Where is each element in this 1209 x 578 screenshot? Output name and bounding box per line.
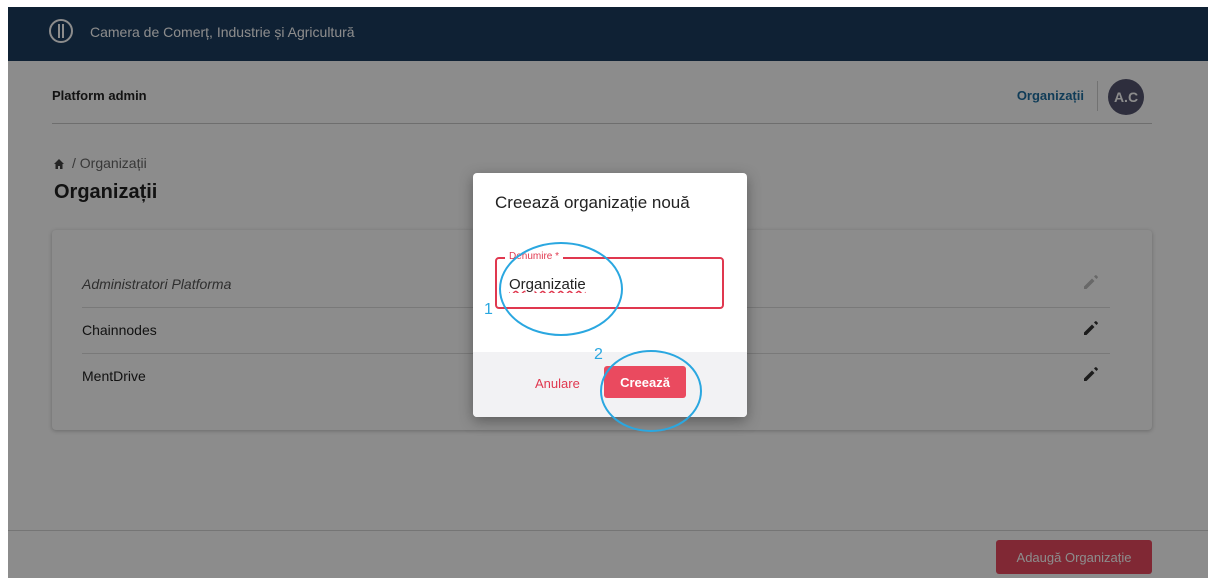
denumire-label: Denumire * — [505, 251, 564, 262]
dialog-footer: Anulare Creează — [473, 352, 747, 417]
annotation-label-1: 1 — [484, 301, 493, 318]
denumire-field: Denumire * — [495, 251, 724, 309]
create-organization-dialog: Creează organizație nouă Denumire * Anul… — [473, 173, 747, 417]
create-button[interactable]: Creează — [604, 366, 686, 398]
denumire-input[interactable] — [507, 275, 711, 294]
app-frame: Camera de Comerț, Industrie și Agricultu… — [8, 7, 1208, 578]
annotation-label-2: 2 — [594, 346, 603, 363]
cancel-button[interactable]: Anulare — [535, 376, 580, 391]
dialog-title: Creează organizație nouă — [495, 193, 690, 212]
